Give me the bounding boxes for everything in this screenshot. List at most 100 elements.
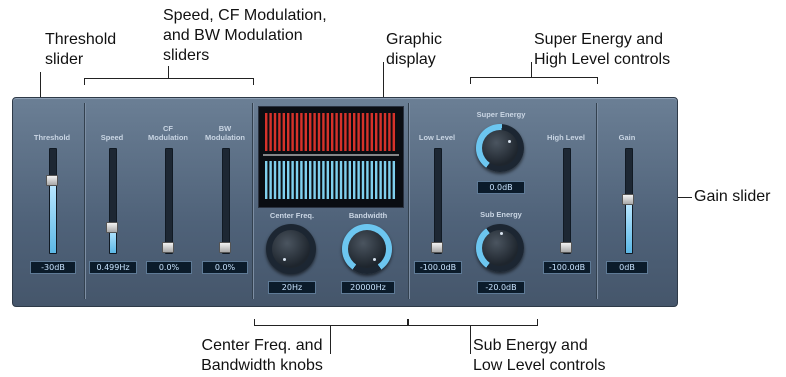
callout-line: sliders bbox=[163, 47, 210, 64]
sub-energy-value[interactable]: -20.0dB bbox=[477, 281, 525, 294]
callout-line: display bbox=[386, 51, 436, 68]
gain-value[interactable]: 0dB bbox=[606, 261, 648, 274]
speed-slider-handle[interactable] bbox=[106, 222, 118, 233]
bw-modulation-label: BW Modulation bbox=[205, 124, 245, 142]
callout-gain-slider: Gain slider bbox=[694, 188, 771, 205]
callout-line: Sub Energy and bbox=[473, 337, 588, 354]
display-bar-red bbox=[348, 113, 352, 151]
display-bar-red bbox=[309, 113, 312, 151]
speed-slider-fill bbox=[110, 230, 116, 253]
callout-line: Bandwidth knobs bbox=[201, 357, 323, 374]
display-bar-blue bbox=[392, 161, 396, 199]
display-bar-blue bbox=[348, 161, 352, 199]
callout-graphic-display: Graphic display bbox=[386, 30, 442, 70]
super-energy-value[interactable]: 0.0dB bbox=[477, 181, 525, 194]
display-bar-blue bbox=[278, 161, 281, 199]
speed-value[interactable]: 0.499Hz bbox=[89, 261, 137, 274]
knob-indicator bbox=[283, 258, 286, 261]
callout-line: Threshold bbox=[45, 31, 117, 48]
display-bar-red bbox=[317, 113, 321, 151]
center-freq-value[interactable]: 20Hz bbox=[268, 281, 316, 294]
knob-indicator bbox=[508, 140, 511, 143]
bandwidth-value[interactable]: 20000Hz bbox=[341, 281, 395, 294]
speed-label: Speed bbox=[100, 133, 124, 142]
gain-slider-handle[interactable] bbox=[622, 194, 634, 205]
knob-cap bbox=[348, 230, 386, 268]
cf-modulation-slider-track[interactable] bbox=[165, 148, 173, 254]
callout-leader bbox=[168, 66, 169, 78]
display-bar-red bbox=[331, 113, 334, 151]
display-bar-red bbox=[392, 113, 396, 151]
sub-energy-label: Sub Energy bbox=[480, 210, 522, 219]
knob-indicator bbox=[373, 258, 376, 261]
display-bar-red bbox=[383, 113, 387, 151]
callout-super-energy-high: Super Energy and High Level controls bbox=[534, 30, 670, 70]
cf-modulation-value[interactable]: 0.0% bbox=[146, 261, 192, 274]
callout-bracket bbox=[470, 77, 598, 84]
high-level-slider-track[interactable] bbox=[563, 148, 571, 254]
low-level-slider-handle[interactable] bbox=[431, 242, 443, 253]
callout-bracket bbox=[84, 78, 254, 85]
display-bar-red bbox=[339, 113, 343, 151]
high-level-label: High Level bbox=[547, 133, 585, 142]
display-bar-blue bbox=[370, 161, 374, 199]
center-freq-label: Center Freq. bbox=[269, 211, 315, 220]
bw-modulation-value[interactable]: 0.0% bbox=[202, 261, 248, 274]
low-level-value[interactable]: -100.0dB bbox=[414, 261, 462, 274]
display-bar-red bbox=[375, 113, 378, 151]
display-bar-red bbox=[357, 113, 360, 151]
low-level-slider-track[interactable] bbox=[434, 148, 442, 254]
display-bar-blue bbox=[287, 161, 290, 199]
display-bar-blue bbox=[326, 161, 330, 199]
callout-line: Center Freq. and bbox=[201, 337, 323, 354]
display-bar-red bbox=[366, 113, 369, 151]
super-energy-knob[interactable] bbox=[476, 124, 524, 172]
cf-modulation-slider-handle[interactable] bbox=[162, 242, 174, 253]
section-divider bbox=[252, 103, 253, 299]
callout-line: Super Energy and bbox=[534, 31, 663, 48]
display-bar-blue bbox=[273, 161, 277, 199]
callout-line: slider bbox=[45, 51, 84, 68]
sub-energy-knob[interactable] bbox=[476, 224, 524, 272]
display-bar-blue bbox=[295, 161, 299, 199]
callout-threshold-slider: Threshold slider bbox=[45, 30, 116, 70]
threshold-value[interactable]: -30dB bbox=[30, 261, 76, 274]
display-bar-blue bbox=[388, 161, 391, 199]
display-bar-red bbox=[322, 113, 325, 151]
section-divider bbox=[596, 103, 597, 299]
display-bar-blue bbox=[339, 161, 343, 199]
display-bar-red bbox=[282, 113, 286, 151]
display-bar-blue bbox=[357, 161, 360, 199]
section-divider bbox=[408, 103, 409, 299]
graphic-display bbox=[258, 106, 404, 208]
callout-leader bbox=[470, 326, 471, 354]
callout-leader bbox=[330, 326, 331, 354]
callout-leader bbox=[40, 72, 41, 97]
display-bar-blue bbox=[304, 161, 308, 199]
display-bar-red bbox=[361, 113, 365, 151]
display-bar-red bbox=[379, 113, 382, 151]
bw-modulation-slider-handle[interactable] bbox=[219, 242, 231, 253]
display-bar-blue bbox=[375, 161, 378, 199]
display-bar-red bbox=[269, 113, 272, 151]
center-freq-knob[interactable] bbox=[266, 224, 316, 274]
display-bar-blue bbox=[291, 161, 294, 199]
display-bar-red bbox=[344, 113, 347, 151]
high-level-value[interactable]: -100.0dB bbox=[543, 261, 591, 274]
display-bar-red bbox=[326, 113, 330, 151]
callout-leader bbox=[531, 62, 532, 77]
bandwidth-knob[interactable] bbox=[342, 224, 392, 274]
callout-line: Graphic bbox=[386, 31, 443, 48]
knob-cap bbox=[482, 130, 518, 166]
callout-speed-cf-bw: Speed, CF Modulation, and BW Modulation … bbox=[163, 6, 327, 66]
section-divider bbox=[84, 103, 85, 299]
cf-modulation-label: CF Modulation bbox=[148, 124, 188, 142]
display-bar-red bbox=[388, 113, 391, 151]
bw-modulation-slider-track[interactable] bbox=[222, 148, 230, 254]
display-bar-red bbox=[273, 113, 277, 151]
threshold-slider-handle[interactable] bbox=[46, 175, 58, 186]
display-bar-blue bbox=[300, 161, 303, 199]
high-level-slider-handle[interactable] bbox=[560, 242, 572, 253]
gain-label: Gain bbox=[618, 133, 636, 142]
threshold-label: Threshold bbox=[33, 133, 71, 142]
